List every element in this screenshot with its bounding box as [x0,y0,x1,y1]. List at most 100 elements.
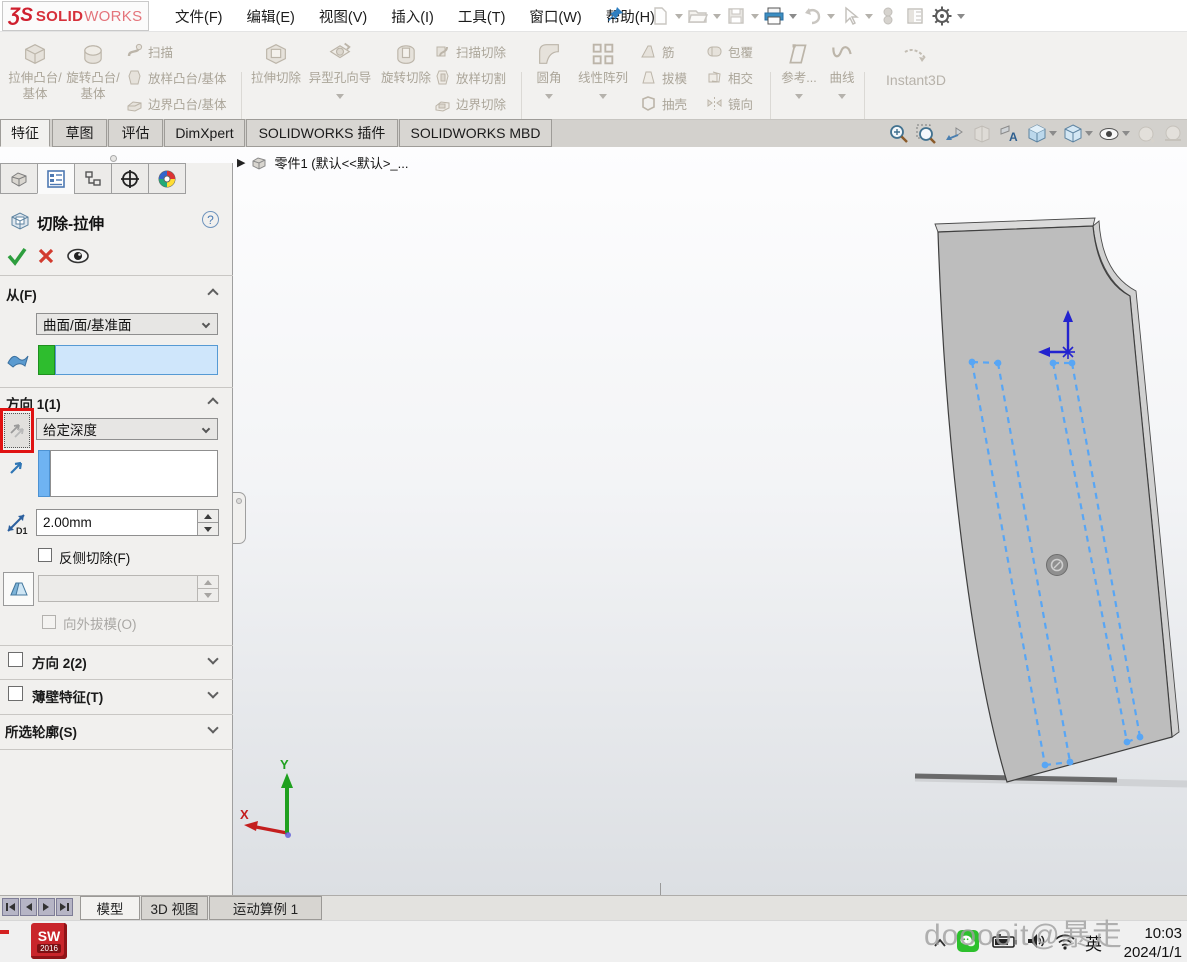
last-tab-button[interactable] [56,898,73,916]
pin-menu-icon[interactable] [605,5,625,30]
ok-button[interactable] [6,246,28,266]
tab-dimxpertmanager[interactable] [111,163,149,194]
prev-tab-button[interactable] [20,898,37,916]
reference-dropdown[interactable] [795,94,803,99]
mirror-button[interactable]: 镜向 [706,94,753,113]
menu-file[interactable]: 文件(F) [163,6,235,27]
wrap-button[interactable]: 包覆 [706,42,753,61]
curves-button[interactable]: 曲线 [822,36,862,99]
linear-pattern-button[interactable]: 线性阵列 [572,36,634,99]
intersect-button[interactable]: 相交 [706,68,753,87]
previous-view-icon[interactable] [941,122,967,146]
curves-dropdown[interactable] [838,94,846,99]
flyout-expand-icon[interactable]: ▶ [237,156,245,169]
edit-appearance-icon[interactable] [1134,122,1160,146]
display-style-dropdown[interactable] [1085,131,1093,136]
thin-feature-expand-chevron[interactable] [207,687,218,698]
tab-addins[interactable]: SOLIDWORKS 插件 [246,119,398,147]
view-annotations-icon[interactable]: A [996,122,1022,146]
swept-cut-button[interactable]: 扫描切除 [434,42,506,61]
undo-dropdown[interactable] [827,14,835,19]
tab-motion-study[interactable]: 运动算例 1 [209,896,322,920]
menu-view[interactable]: 视图(V) [307,6,379,27]
rib-button[interactable]: 筋 [640,42,675,61]
flip-side-checkbox[interactable] [38,548,52,562]
boundary-boss-button[interactable]: 边界凸台/基体 [126,94,226,113]
hole-wizard-button[interactable]: 异型孔向导 [305,36,375,99]
tab-propertymanager[interactable] [37,163,75,194]
save-icon[interactable] [724,4,748,28]
select-cursor-icon[interactable] [838,4,862,28]
sketch-relation-badge[interactable] [1047,555,1068,576]
menu-insert[interactable]: 插入(I) [379,6,446,27]
menu-tools[interactable]: 工具(T) [446,6,518,27]
tab-evaluate[interactable]: 评估 [108,119,163,147]
options-dropdown[interactable] [957,14,965,19]
extruded-cut-button[interactable]: 拉伸切除 [248,36,304,86]
direction1-collapse-chevron[interactable] [207,397,218,408]
draft-button[interactable]: 拔模 [640,68,687,87]
save-dropdown[interactable] [751,14,759,19]
thin-feature-checkbox[interactable] [8,686,23,701]
fillet-button[interactable]: 圆角 [527,36,571,99]
view-orientation-icon[interactable] [1024,122,1050,146]
print-dropdown[interactable] [789,14,797,19]
panel-collapse-tab[interactable] [233,492,246,544]
draft-on-off-button[interactable] [3,572,34,606]
selection-filter-icon[interactable] [876,4,900,28]
select-dropdown[interactable] [865,14,873,19]
task-pane-icon[interactable] [903,4,927,28]
direction1-selection-field[interactable] [50,450,218,497]
depth-spinner[interactable] [197,510,218,535]
options-gear-icon[interactable] [930,4,954,28]
reference-geometry-button[interactable]: 参考... [776,36,822,99]
depth-spin-down[interactable] [198,523,218,535]
next-tab-button[interactable] [38,898,55,916]
revolved-cut-button[interactable]: 旋转切除 [378,36,434,86]
feature-tree-flyout[interactable]: ▶ 零件1 (默认<<默认>_... [237,153,408,172]
tab-featuremanager-tree[interactable] [0,163,38,194]
direction1-dropdown[interactable]: 给定深度 [36,418,218,440]
help-icon[interactable]: ? [202,211,219,228]
from-selection-field[interactable] [55,345,218,375]
undo-icon[interactable] [800,4,824,28]
open-file-icon[interactable] [686,4,710,28]
section-view-icon[interactable] [969,122,995,146]
linear-pattern-dropdown[interactable] [599,94,607,99]
hole-wizard-dropdown[interactable] [336,94,344,99]
revolved-boss-button[interactable]: 旋转凸台/基体 [64,36,122,102]
panel-splitter-grip[interactable] [110,155,117,162]
solidworks-taskbar-icon[interactable]: SW 2016 [31,923,67,959]
new-file-dropdown[interactable] [675,14,683,19]
tab-displaymanager[interactable] [148,163,186,194]
zoom-to-area-icon[interactable] [913,122,939,146]
direction2-checkbox[interactable] [8,652,23,667]
print-icon[interactable] [762,4,786,28]
menu-edit[interactable]: 编辑(E) [235,6,307,27]
zoom-to-fit-icon[interactable] [886,122,912,146]
lofted-boss-button[interactable]: 放样凸台/基体 [126,68,226,87]
tab-sketch[interactable]: 草图 [52,119,107,147]
shell-button[interactable]: 抽壳 [640,94,687,113]
open-file-dropdown[interactable] [713,14,721,19]
hide-show-dropdown[interactable] [1122,131,1130,136]
first-tab-button[interactable] [2,898,19,916]
menu-window[interactable]: 窗口(W) [517,6,593,27]
view-orientation-dropdown[interactable] [1049,131,1057,136]
new-file-icon[interactable] [648,4,672,28]
direction2-expand-chevron[interactable] [207,653,218,664]
tab-configurationmanager[interactable] [74,163,112,194]
from-collapse-chevron[interactable] [207,288,218,299]
display-style-icon[interactable] [1060,122,1086,146]
boundary-cut-button[interactable]: 边界切除 [434,94,506,113]
lofted-cut-button[interactable]: 放样切割 [434,68,506,87]
tab-3d-views[interactable]: 3D 视图 [141,896,208,920]
graphics-viewport[interactable]: X Y [232,147,1187,895]
tab-mbd[interactable]: SOLIDWORKS MBD [399,119,552,147]
depth-input[interactable]: 2.00mm [36,509,219,536]
selected-contours-expand-chevron[interactable] [207,722,218,733]
apply-scene-icon[interactable] [1160,122,1186,146]
extruded-boss-button[interactable]: 拉伸凸台/基体 [6,36,64,102]
fillet-dropdown[interactable] [545,94,553,99]
tab-dimxpert[interactable]: DimXpert [164,119,245,147]
